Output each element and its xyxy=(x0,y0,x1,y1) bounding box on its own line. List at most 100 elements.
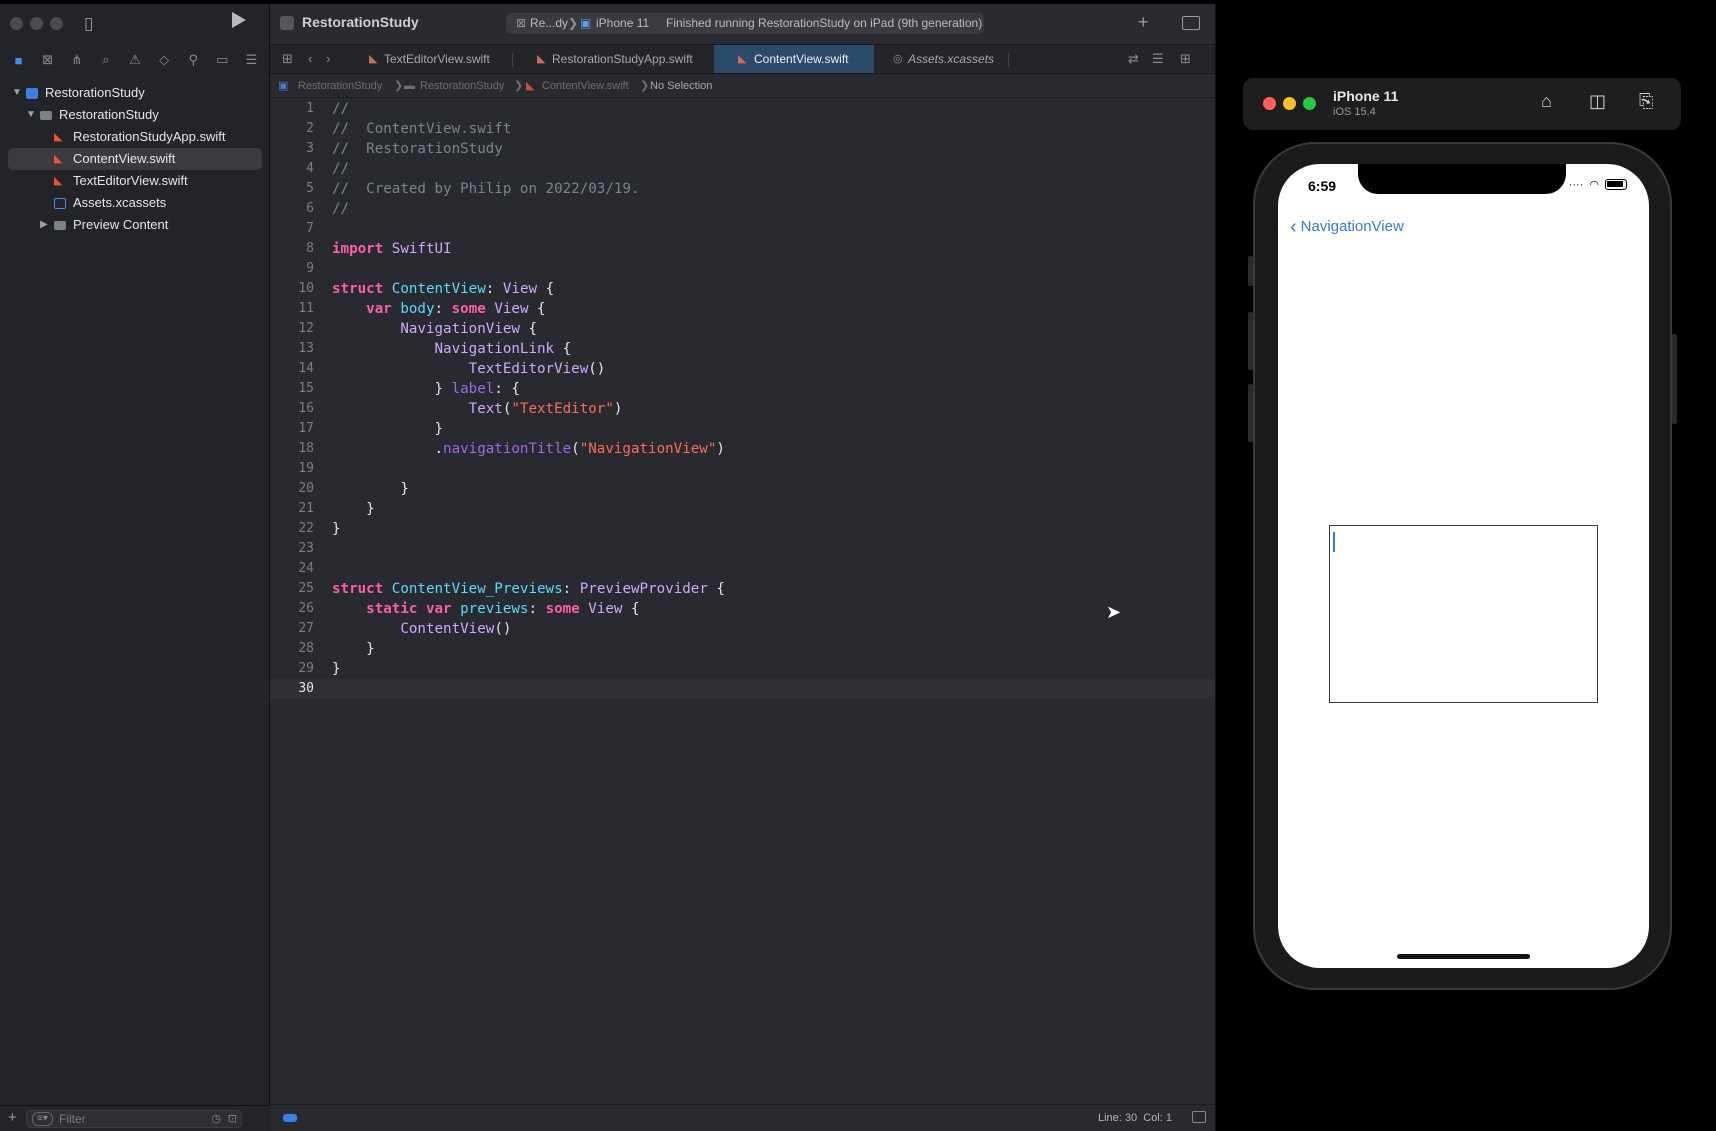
report-icon[interactable]: ☰ xyxy=(240,52,262,68)
scheme-selector[interactable]: Re...dy xyxy=(530,13,568,34)
code-line[interactable]: 18 .navigationTitle("NavigationView") xyxy=(270,439,1215,459)
panel-toggle-icon[interactable] xyxy=(1192,1111,1206,1123)
debug-icon[interactable]: ⚲ xyxy=(182,52,204,68)
swift-file-icon: ◣ xyxy=(54,153,63,165)
source-control-icon[interactable]: ⊠ xyxy=(37,52,59,68)
warning-icon[interactable]: ⚠ xyxy=(124,52,146,68)
add-editor-icon[interactable]: ⊞ xyxy=(1180,51,1191,67)
code-line[interactable]: 10 struct ContentView: View { xyxy=(270,279,1215,299)
code-line[interactable]: 20 } xyxy=(270,479,1215,499)
navigator-filter-bar: + ≡▾ Filter ◷ ⊡ xyxy=(0,1105,270,1131)
breadcrumb-item[interactable]: ContentView.swift xyxy=(542,74,629,98)
code-line[interactable]: 22} xyxy=(270,519,1215,539)
code-line[interactable]: 15 } label: { xyxy=(270,379,1215,399)
activity-viewer[interactable]: ⊠ Re...dy ❯ ▣ iPhone 11 Finished running… xyxy=(506,13,984,34)
code-line[interactable]: 4 // xyxy=(270,159,1215,179)
code-line[interactable]: 6 // xyxy=(270,199,1215,219)
folder-icon: ▬ xyxy=(404,80,415,92)
window-zoom-button[interactable] xyxy=(50,17,63,30)
tab-restorationstudyapp[interactable]: ◣ RestorationStudyApp.swift xyxy=(534,45,722,73)
tree-row-group[interactable]: ▶ Preview Content xyxy=(0,214,270,236)
code-line[interactable]: 19 xyxy=(270,459,1215,479)
tab-texteditorview[interactable]: ◣ TextEditorView.swift xyxy=(366,45,516,73)
code-line[interactable]: 28 } xyxy=(270,639,1215,659)
text-editor[interactable] xyxy=(1329,525,1598,703)
simulator-zoom-button[interactable] xyxy=(1303,97,1316,110)
tree-row-file[interactable]: ◣ TextEditorView.swift xyxy=(0,170,270,192)
code-line[interactable]: 3 // RestorationStudy xyxy=(270,139,1215,159)
chevron-down-icon[interactable]: ▼ xyxy=(12,82,22,104)
home-indicator[interactable] xyxy=(1397,954,1530,959)
tab-label: RestorationStudyApp.swift xyxy=(552,52,693,66)
rotate-icon[interactable]: ⎘ xyxy=(1639,91,1653,112)
search-icon[interactable]: ⌕ xyxy=(95,52,117,68)
code-line[interactable]: 9 xyxy=(270,259,1215,279)
tree-row-file[interactable]: Assets.xcassets xyxy=(0,192,270,214)
chevron-down-icon[interactable]: ▼ xyxy=(26,104,36,126)
debug-area-toggle-icon[interactable] xyxy=(283,1114,297,1122)
folder-icon[interactable]: ■ xyxy=(8,53,30,68)
window-minimize-button[interactable] xyxy=(30,17,43,30)
run-button[interactable] xyxy=(232,12,246,28)
code-line[interactable]: 11 var body: some View { xyxy=(270,299,1215,319)
breakpoint-icon[interactable]: ▭ xyxy=(211,52,233,68)
code-line[interactable]: 21 } xyxy=(270,499,1215,519)
code-line[interactable]: 1 // xyxy=(270,99,1215,119)
code-text: TextEditorView() xyxy=(468,361,606,377)
chevron-right-icon[interactable]: ▶ xyxy=(40,214,48,236)
code-line[interactable]: 26 static var previews: some View { xyxy=(270,599,1215,619)
code-line[interactable]: 17 } xyxy=(270,419,1215,439)
tab-assets[interactable]: ◎ Assets.xcassets xyxy=(890,45,1040,73)
notch xyxy=(1358,164,1566,194)
back-arrow-icon[interactable]: ‹ xyxy=(308,51,312,66)
tab-contentview[interactable]: ◣ ContentView.swift xyxy=(714,45,874,73)
screenshot-icon[interactable]: ◫ xyxy=(1589,91,1606,112)
code-line[interactable]: 14 TextEditorView() xyxy=(270,359,1215,379)
home-icon[interactable]: ⌂ xyxy=(1541,91,1552,112)
simulator-minimize-button[interactable] xyxy=(1283,97,1296,110)
breadcrumb-item[interactable]: RestorationStudy xyxy=(420,74,504,98)
symbol-navigator-icon[interactable]: ⋔ xyxy=(66,52,88,68)
recent-files-icon[interactable]: ◷ xyxy=(211,1112,221,1125)
tree-row-project[interactable]: ▼ RestorationStudy xyxy=(0,82,270,104)
code-line[interactable]: 29} xyxy=(270,659,1215,679)
code-line[interactable]: 5 // Created by Philip on 2022/03/19. xyxy=(270,179,1215,199)
code-line-current[interactable]: 30 xyxy=(270,679,1215,699)
filter-input[interactable]: ≡▾ Filter ◷ ⊡ xyxy=(26,1110,242,1128)
code-line[interactable]: 27 ContentView() xyxy=(270,619,1215,639)
window-close-button[interactable] xyxy=(10,17,23,30)
editor-options-icon[interactable]: ☰ xyxy=(1152,51,1164,67)
code-line[interactable]: 13 NavigationLink { xyxy=(270,339,1215,359)
code-line[interactable]: 16 Text("TextEditor") xyxy=(270,399,1215,419)
navigation-back-button[interactable]: ‹ NavigationView xyxy=(1290,216,1404,239)
tree-row-group[interactable]: ▼ RestorationStudy xyxy=(0,104,270,126)
code-line[interactable]: 24 xyxy=(270,559,1215,579)
source-control-filter-icon[interactable]: ⊡ xyxy=(228,1112,237,1125)
library-plus-icon[interactable]: + xyxy=(1138,12,1149,33)
source-editor[interactable]: 1 // 2 // ContentView.swift 3 // Restoratio… xyxy=(270,99,1215,1104)
tree-row-file-selected[interactable]: ◣ ContentView.swift xyxy=(8,148,262,170)
simulator-os-version: iOS 15.4 xyxy=(1333,106,1376,118)
grid-icon[interactable]: ⊞ xyxy=(282,51,293,67)
swap-icon[interactable]: ⇄ xyxy=(1128,51,1139,67)
breadcrumb-item[interactable]: RestorationStudy xyxy=(298,74,382,98)
code-line[interactable]: 12 NavigationView { xyxy=(270,319,1215,339)
simulator-close-button[interactable] xyxy=(1263,97,1276,110)
breadcrumb-item[interactable]: No Selection xyxy=(650,74,712,98)
sidebar-toggle-icon[interactable]: ▯ xyxy=(84,14,93,34)
code-line[interactable]: 23 xyxy=(270,539,1215,559)
destination-selector[interactable]: iPhone 11 xyxy=(596,13,649,34)
code-line[interactable]: 2 // ContentView.swift xyxy=(270,119,1215,139)
project-title: RestorationStudy xyxy=(302,14,419,30)
code-line[interactable]: 7 xyxy=(270,219,1215,239)
tree-row-file[interactable]: ◣ RestorationStudyApp.swift xyxy=(0,126,270,148)
code-line[interactable]: 8 import SwiftUI xyxy=(270,239,1215,259)
test-icon[interactable]: ◇ xyxy=(153,52,175,68)
code-line[interactable]: 25 struct ContentView_Previews: PreviewPr… xyxy=(270,579,1215,599)
inspector-toggle-icon[interactable] xyxy=(1182,16,1200,30)
forward-arrow-icon[interactable]: › xyxy=(326,51,330,66)
filter-options-icon[interactable]: ≡▾ xyxy=(32,1112,53,1126)
signal-icon: ···· xyxy=(1568,178,1584,191)
add-icon[interactable]: + xyxy=(8,1109,17,1126)
line-number: 25 xyxy=(298,581,314,596)
